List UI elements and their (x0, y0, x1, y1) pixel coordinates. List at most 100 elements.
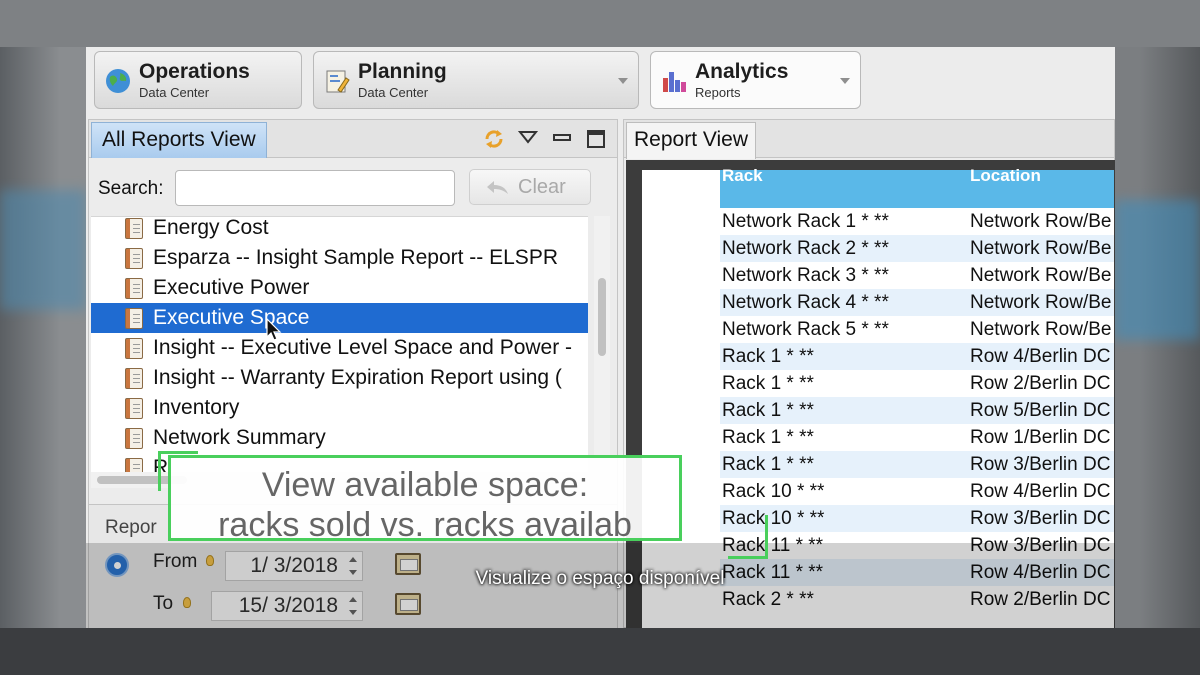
cell-rack: Rack 1 * ** (722, 346, 814, 367)
cell-location: Row 3/Berlin DC (970, 454, 1111, 475)
cell-rack: Rack 1 * ** (722, 400, 814, 421)
perspective-subtitle: Reports (695, 85, 741, 100)
sync-icon[interactable] (483, 128, 505, 150)
list-item[interactable]: Inventory (91, 393, 588, 423)
list-item[interactable]: Executive Power (91, 273, 588, 303)
undo-icon (487, 181, 508, 194)
cell-rack: Network Rack 1 * ** (722, 211, 889, 232)
chevron-down-icon[interactable] (618, 78, 628, 84)
background-blur-left (0, 190, 86, 310)
table-row: Network Rack 4 * ** Network Row/Be (720, 289, 1114, 316)
list-item-label: Executive Space (153, 306, 310, 329)
view-toolbar (483, 128, 607, 150)
report-icon (125, 458, 143, 472)
report-icon (125, 218, 143, 239)
cell-location: Network Row/Be (970, 265, 1112, 286)
table-row: Rack 10 * ** Row 3/Berlin DC (720, 505, 1114, 532)
chevron-down-icon[interactable] (840, 78, 850, 84)
list-item-label: Executive Power (153, 276, 310, 299)
cell-rack: Rack 1 * ** (722, 427, 814, 448)
perspective-planning[interactable]: Planning Data Center (313, 51, 639, 109)
video-subtitle: Visualize o espaço disponível (475, 568, 725, 589)
callout-line-1: View available space: (261, 466, 589, 504)
cell-location: Network Row/Be (970, 211, 1112, 232)
cell-location: Network Row/Be (970, 319, 1112, 340)
cell-rack: Network Rack 4 * ** (722, 292, 889, 313)
cell-rack: Rack 10 * ** (722, 481, 825, 502)
list-item[interactable]: Insight -- Executive Level Space and Pow… (91, 333, 588, 363)
cell-location: Network Row/Be (970, 292, 1112, 313)
cell-location: Row 3/Berlin DC (970, 508, 1111, 529)
callout-bracket (158, 451, 198, 491)
report-icon (125, 398, 143, 419)
tab-report-view[interactable]: Report View (626, 122, 757, 159)
list-item[interactable]: Network Summary (91, 423, 588, 453)
report-icon (125, 308, 143, 329)
list-item-selected[interactable]: Executive Space (91, 303, 588, 333)
tab-all-reports-view[interactable]: All Reports View (91, 122, 267, 158)
perspective-subtitle: Data Center (139, 85, 210, 100)
list-item[interactable]: Energy Cost (91, 216, 588, 243)
list-item-label: Energy Cost (153, 216, 269, 239)
list-item[interactable]: Esparza -- Insight Sample Report -- ELSP… (91, 243, 588, 273)
tab-strip: Report View (624, 120, 1114, 159)
report-icon (125, 248, 143, 269)
table-row: Rack 1 * ** Row 1/Berlin DC (720, 424, 1114, 451)
minimize-icon[interactable] (551, 128, 573, 150)
search-row: Search: Clear (89, 160, 617, 214)
search-label: Search: (98, 178, 164, 199)
tab-strip: All Reports View (89, 120, 617, 158)
table-row: Rack 10 * ** Row 4/Berlin DC (720, 478, 1114, 505)
cell-rack: Network Rack 2 * ** (722, 238, 889, 259)
list-item[interactable]: Insight -- Warranty Expiration Report us… (91, 363, 588, 393)
list-item-label: Network Summary (153, 426, 326, 449)
list-item-label: Esparza -- Insight Sample Report -- ELSP… (153, 246, 558, 269)
perspective-analytics[interactable]: Analytics Reports (650, 51, 861, 109)
cell-location: Row 4/Berlin DC (970, 481, 1111, 502)
search-input[interactable] (175, 170, 455, 206)
cell-rack: Rack 1 * ** (722, 373, 814, 394)
maximize-icon[interactable] (585, 128, 607, 150)
clear-button[interactable]: Clear (469, 169, 591, 205)
cell-location: Row 2/Berlin DC (970, 373, 1111, 394)
vertical-scrollbar[interactable] (594, 216, 610, 472)
cell-location: Row 1/Berlin DC (970, 427, 1111, 448)
video-letterbox-bottom (0, 628, 1200, 675)
cell-rack: Network Rack 3 * ** (722, 265, 889, 286)
cell-rack: Rack 1 * ** (722, 454, 814, 475)
mouse-cursor-icon (266, 318, 282, 341)
report-icon (125, 368, 143, 389)
table-row: Rack 1 * ** Row 5/Berlin DC (720, 397, 1114, 424)
list-item-label: Inventory (153, 396, 240, 419)
table-row: Network Rack 5 * ** Network Row/Be (720, 316, 1114, 343)
table-row: Network Rack 2 * ** Network Row/Be (720, 235, 1114, 262)
parameters-header: Repor (105, 517, 157, 538)
callout-box: View available space: racks sold vs. rac… (168, 455, 682, 541)
cell-location: Row 4/Berlin DC (970, 346, 1111, 367)
background-blur-right (1114, 200, 1200, 340)
report-table-header: Rack Location (720, 166, 1114, 208)
table-row: Network Rack 3 * ** Network Row/Be (720, 262, 1114, 289)
clear-label: Clear (518, 176, 566, 198)
view-menu-icon[interactable] (517, 128, 539, 150)
callout-bracket (728, 515, 768, 559)
list-item-label: Insight -- Executive Level Space and Pow… (153, 336, 573, 359)
report-icon (125, 428, 143, 449)
cell-location: Row 5/Berlin DC (970, 400, 1111, 421)
table-row: Rack 1 * ** Row 3/Berlin DC (720, 451, 1114, 478)
perspective-operations[interactable]: Operations Data Center (94, 51, 302, 109)
reports-tree: Energy Cost Esparza -- Insight Sample Re… (91, 216, 588, 472)
column-header-location: Location (970, 166, 1041, 185)
video-letterbox-top (0, 0, 1200, 47)
list-item-label: Insight -- Warranty Expiration Report us… (153, 366, 562, 389)
cell-rack: Network Rack 5 * ** (722, 319, 889, 340)
globe-icon (106, 69, 130, 93)
perspective-title: Planning (358, 60, 447, 83)
column-header-rack: Rack (722, 166, 763, 185)
planning-icon (326, 70, 350, 93)
perspective-title: Operations (139, 60, 250, 83)
table-row: Rack 1 * ** Row 4/Berlin DC (720, 343, 1114, 370)
table-row: Network Rack 1 * ** Network Row/Be (720, 208, 1114, 235)
scrollbar-thumb[interactable] (598, 278, 606, 356)
report-icon (125, 278, 143, 299)
